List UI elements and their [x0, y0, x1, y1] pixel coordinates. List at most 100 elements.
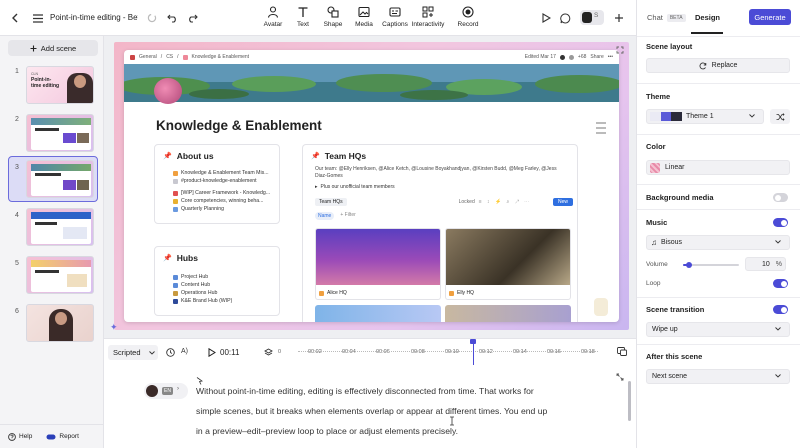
- after-scene-select[interactable]: Next scene: [646, 369, 790, 384]
- scene-thumb-1[interactable]: CLN Point-in-time editing: [26, 66, 94, 104]
- collaborators[interactable]: S: [580, 10, 604, 25]
- shape-icon: [327, 6, 339, 18]
- scene-thumb-6[interactable]: [26, 304, 94, 342]
- add-scene-button[interactable]: Add scene: [8, 40, 98, 56]
- background-media-toggle[interactable]: [773, 193, 788, 202]
- scene-thumb-2[interactable]: [26, 114, 94, 152]
- language-badge: EN: [162, 387, 173, 395]
- sync-icon: [142, 8, 162, 28]
- theme-value: Theme 1: [686, 113, 714, 120]
- loop-toggle[interactable]: [773, 279, 788, 288]
- undo-icon[interactable]: [162, 8, 182, 28]
- tool-record[interactable]: Record: [446, 6, 490, 28]
- gallery-title: Alice HQ: [327, 290, 347, 296]
- redo-icon[interactable]: [182, 8, 202, 28]
- breadcrumb-sep: /: [160, 54, 163, 60]
- team-toggle: ▸ Plus our unofficial team members: [315, 184, 395, 190]
- captions-toggle-icon[interactable]: [617, 347, 627, 356]
- clock-icon[interactable]: [166, 348, 175, 357]
- gallery-image: [446, 229, 570, 285]
- color-select[interactable]: Linear: [646, 160, 790, 175]
- item-text: Knowledge & Enablement Team Mis...: [181, 170, 269, 176]
- refresh-icon: [699, 61, 706, 69]
- cursor-icon: [196, 377, 203, 385]
- volume-slider[interactable]: [683, 262, 739, 268]
- breadcrumb-cs: CS: [166, 54, 174, 60]
- right-rail: [596, 122, 606, 152]
- menu-icon[interactable]: [28, 8, 48, 28]
- theme-select[interactable]: Theme 1: [646, 109, 764, 124]
- script-line[interactable]: Without point-in-time editing, editing i…: [196, 386, 534, 396]
- volume-knob[interactable]: [685, 262, 692, 268]
- divider: [637, 134, 800, 135]
- back-icon[interactable]: [6, 8, 26, 28]
- expand-script-icon[interactable]: [616, 373, 624, 381]
- scene-transition-toggle[interactable]: [773, 305, 788, 314]
- report-icon: [46, 434, 56, 439]
- avatar-voice-chip[interactable]: EN ›: [144, 383, 188, 399]
- notion-topbar: General / CS / Knowledge & Enablement Ed…: [124, 50, 619, 64]
- locked-status: Locked: [458, 199, 475, 205]
- avatar-icon: [267, 6, 279, 18]
- new-button: New: [552, 198, 573, 206]
- music-toggle[interactable]: [773, 218, 788, 227]
- shuffle-theme-button[interactable]: [770, 109, 790, 124]
- gallery-caption: Elly HQ: [446, 285, 570, 299]
- music-label: Music: [646, 218, 668, 227]
- chip-arrow-icon: ›: [177, 386, 179, 392]
- beta-badge: BETA: [666, 13, 686, 22]
- document-title[interactable]: Point-in-time editing - Beta: [50, 13, 138, 22]
- script-scrollbar[interactable]: [628, 381, 631, 421]
- replace-button[interactable]: Replace: [646, 58, 790, 73]
- script-line[interactable]: in a preview–edit–preview loop to place …: [196, 426, 458, 436]
- filter-row: Name + Filter: [315, 212, 356, 220]
- tab-design[interactable]: Design: [695, 13, 720, 22]
- expand-icon[interactable]: [616, 46, 626, 56]
- breadcrumb-sep: /: [177, 54, 179, 60]
- report-button[interactable]: Report: [46, 433, 79, 441]
- play-icon[interactable]: [536, 8, 556, 28]
- help-label: Help: [19, 433, 33, 440]
- tool-label: Text: [297, 21, 309, 28]
- add-scene-label: Add scene: [40, 43, 77, 53]
- tool-interactivity[interactable]: Interactivity: [406, 6, 450, 28]
- divider: [637, 344, 800, 345]
- music-value: Bisous: [661, 239, 683, 246]
- scene-number: 3: [15, 164, 19, 171]
- scene-thumb-3[interactable]: [26, 160, 94, 198]
- transition-select[interactable]: Wipe up: [646, 322, 790, 337]
- mode-select[interactable]: Scripted: [108, 345, 158, 360]
- layers-icon[interactable]: [264, 348, 273, 357]
- comment-icon[interactable]: [555, 8, 575, 28]
- toggle-triangle-icon: ▸: [315, 184, 318, 190]
- tab-chat[interactable]: Chat BETA: [647, 13, 686, 22]
- playhead[interactable]: [470, 339, 476, 365]
- item-text: Project Hub: [181, 274, 209, 280]
- music-select[interactable]: ♫ Bisous: [646, 235, 790, 250]
- timeline-play-icon[interactable]: [208, 348, 216, 357]
- add-icon[interactable]: [609, 8, 629, 28]
- item-icon: [173, 170, 178, 176]
- generate-button[interactable]: Generate: [749, 9, 791, 25]
- item-icon: [173, 190, 178, 196]
- thumb-banner: [31, 164, 91, 171]
- voice-icon[interactable]: A): [181, 348, 188, 355]
- thumb-title: Point-in-time editing: [31, 77, 60, 89]
- toolbar-icons: ≡ ↕ ⚡ ⌕ ↗ ⋯: [478, 199, 532, 205]
- scene-thumb-4[interactable]: [26, 208, 94, 246]
- scene-thumb-5[interactable]: [26, 256, 94, 294]
- sparkle-icon[interactable]: ✦: [110, 322, 120, 332]
- item-text: Core competencies, winning beha...: [181, 198, 264, 204]
- rail-line: [596, 127, 606, 129]
- theme-label: Theme: [646, 92, 671, 101]
- tool-label: Interactivity: [411, 21, 445, 28]
- current-time: 00:11: [220, 348, 240, 357]
- volume-input[interactable]: 10 %: [745, 257, 786, 271]
- chevron-down-icon: [775, 327, 781, 331]
- timeline-ruler[interactable]: 0 00:02 00:04 00:06 00:08 00:10 00:12 00…: [278, 339, 608, 365]
- breadcrumb-page: Knowledge & Enablement: [191, 54, 250, 60]
- help-button[interactable]: Help: [8, 432, 33, 441]
- script-line[interactable]: simple scenes, but it breaks when elemen…: [196, 406, 547, 416]
- brain-page-icon: [154, 78, 182, 104]
- captions-icon: [389, 7, 401, 17]
